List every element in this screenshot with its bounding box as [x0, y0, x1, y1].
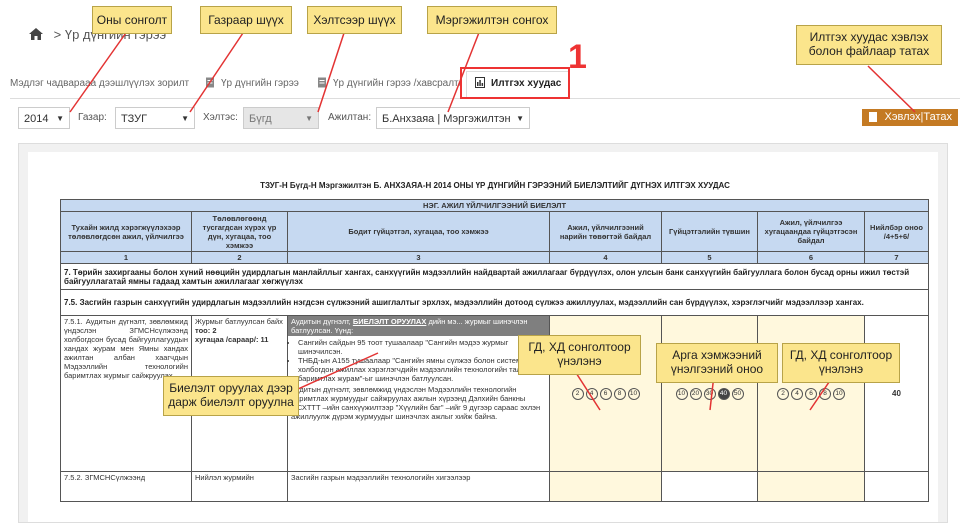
callout-level: Арга хэмжээний үнэлгээний оноо: [656, 343, 778, 383]
callout-enter-result: Биелэлт оруулах дээр дарж биелэлт оруулн…: [163, 376, 299, 416]
callout-complexity: ГД, ХД сонголтоор үнэлэнэ: [518, 335, 641, 375]
callout-region: Газраар шүүх: [200, 6, 292, 34]
pointer-line-division: [317, 29, 346, 113]
callout-timeliness: ГД, ХД сонголтоор үнэлэнэ: [782, 343, 900, 383]
callout-year: Оны сонголт: [92, 6, 172, 34]
callout-pointers: [69, 29, 916, 411]
callout-employee: Мэргэжилтэн сонгох: [427, 6, 557, 34]
callout-export: Илтгэх хуудас хэвлэх болон файлаар татах: [796, 25, 942, 65]
pointer-line-employee: [447, 29, 481, 113]
pointer-line-region: [189, 29, 246, 113]
callout-division: Хэлтсээр шүүх: [307, 6, 402, 34]
pointer-line-export: [867, 65, 916, 113]
pointer-line-year: [69, 29, 129, 113]
